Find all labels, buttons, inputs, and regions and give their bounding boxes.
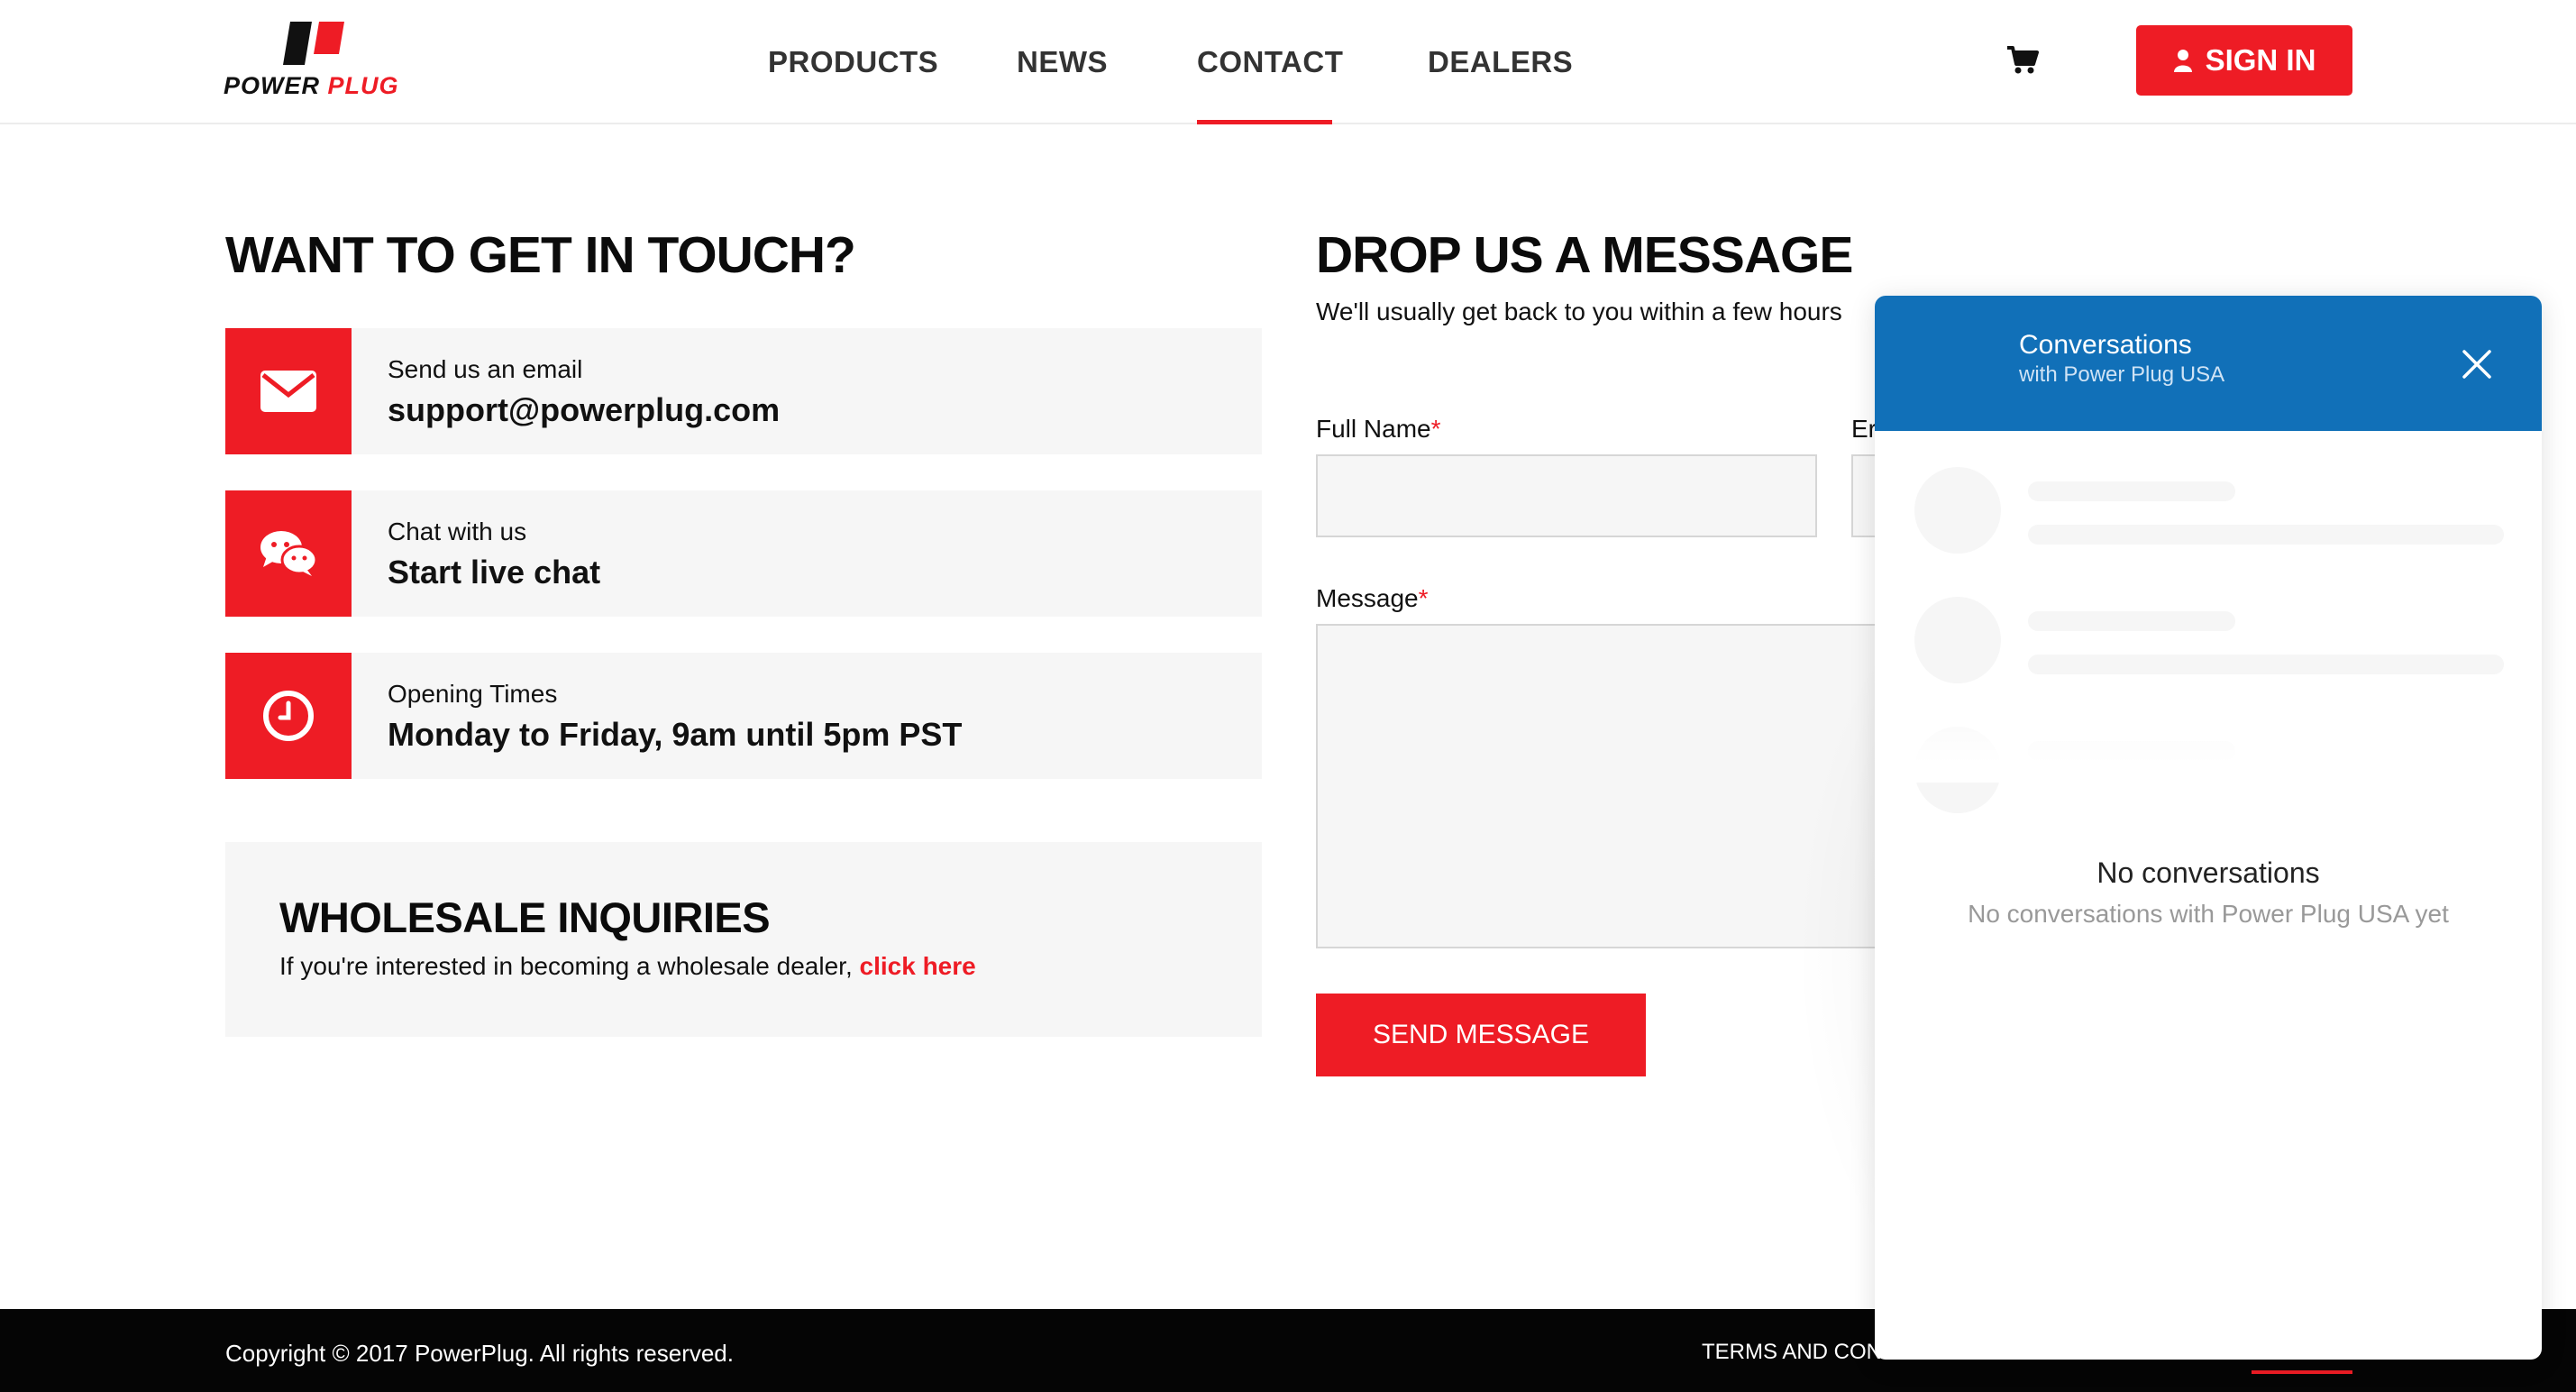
nav-products[interactable]: PRODUCTS (768, 45, 938, 79)
form-heading: DROP US A MESSAGE (1316, 226, 1853, 284)
no-conversations-subtitle: No conversations with Power Plug USA yet (1968, 900, 2449, 928)
email-label: Er (1851, 415, 1877, 443)
logo-mark-icon (283, 22, 344, 65)
clock-icon (263, 691, 314, 741)
opening-times-value: Monday to Friday, 9am until 5pm PST (388, 716, 963, 753)
email-icon-box (225, 328, 352, 454)
envelope-icon (260, 371, 316, 412)
nav-dealers[interactable]: DEALERS (1428, 45, 1573, 79)
wholesale-box: WHOLESALE INQUIRIES If you're interested… (225, 842, 1262, 1037)
shopping-cart-icon[interactable] (2006, 45, 2039, 76)
nav-news[interactable]: NEWS (1017, 45, 1108, 79)
copyright-text: Copyright © 2017 PowerPlug. All rights r… (225, 1340, 734, 1367)
message-label: Message* (1316, 584, 1429, 612)
start-live-chat-link[interactable]: Start live chat (388, 554, 600, 591)
chat-card: Chat with us Start live chat (225, 490, 1262, 617)
wholesale-title: WHOLESALE INQUIRIES (279, 893, 771, 941)
wholesale-description: If you're interested in becoming a whole… (279, 952, 860, 980)
footer-active-indicator (2252, 1370, 2352, 1374)
email-card-label: Send us an email (388, 355, 583, 383)
user-icon (2173, 50, 2192, 72)
skeleton-line (2028, 525, 2504, 545)
sign-in-button[interactable]: SIGN IN (2136, 25, 2352, 96)
chat-subtitle: with Power Plug USA (2019, 362, 2225, 387)
chat-bubbles-icon (260, 531, 317, 576)
skeleton-avatar (1914, 597, 2001, 683)
active-nav-indicator (1197, 120, 1332, 124)
full-name-label: Full Name* (1316, 415, 1441, 443)
chat-header: Conversations with Power Plug USA (1875, 296, 2542, 431)
close-icon[interactable] (2459, 346, 2495, 382)
nav-contact[interactable]: CONTACT (1197, 45, 1343, 79)
opening-times-card: Opening Times Monday to Friday, 9am unti… (225, 653, 1262, 779)
skeleton-line (2028, 655, 2504, 674)
opening-times-label: Opening Times (388, 680, 558, 708)
site-header: POWER PLUG PRODUCTS NEWS CONTACT DEALERS… (0, 0, 2576, 124)
skeleton-line (2028, 481, 2235, 501)
clock-icon-box (225, 653, 352, 779)
email-address-link[interactable]: support@powerplug.com (388, 391, 780, 429)
contact-heading: WANT TO GET IN TOUCH? (225, 226, 856, 284)
conversations-widget: Conversations with Power Plug USA No con… (1875, 296, 2542, 1360)
sign-in-label: SIGN IN (2205, 43, 2316, 77)
power-plug-logo[interactable]: POWER PLUG (224, 22, 408, 99)
email-card: Send us an email support@powerplug.com (225, 328, 1262, 454)
form-subheading: We'll usually get back to you within a f… (1316, 298, 1842, 325)
terms-link[interactable]: TERMS AND CON (1702, 1340, 1882, 1365)
chat-icon-box (225, 490, 352, 617)
chat-title: Conversations (2019, 330, 2192, 360)
skeleton-line (2028, 611, 2235, 631)
full-name-input[interactable] (1316, 454, 1817, 537)
no-conversations-title: No conversations (2096, 856, 2320, 889)
wholesale-click-here-link[interactable]: click here (860, 952, 976, 980)
skeleton-avatar (1914, 467, 2001, 554)
send-message-button[interactable]: SEND MESSAGE (1316, 994, 1646, 1076)
logo-wordmark: POWER PLUG (224, 72, 399, 99)
wholesale-text: If you're interested in becoming a whole… (279, 952, 976, 981)
skeleton-fade (1875, 683, 2542, 783)
chat-card-label: Chat with us (388, 517, 527, 545)
